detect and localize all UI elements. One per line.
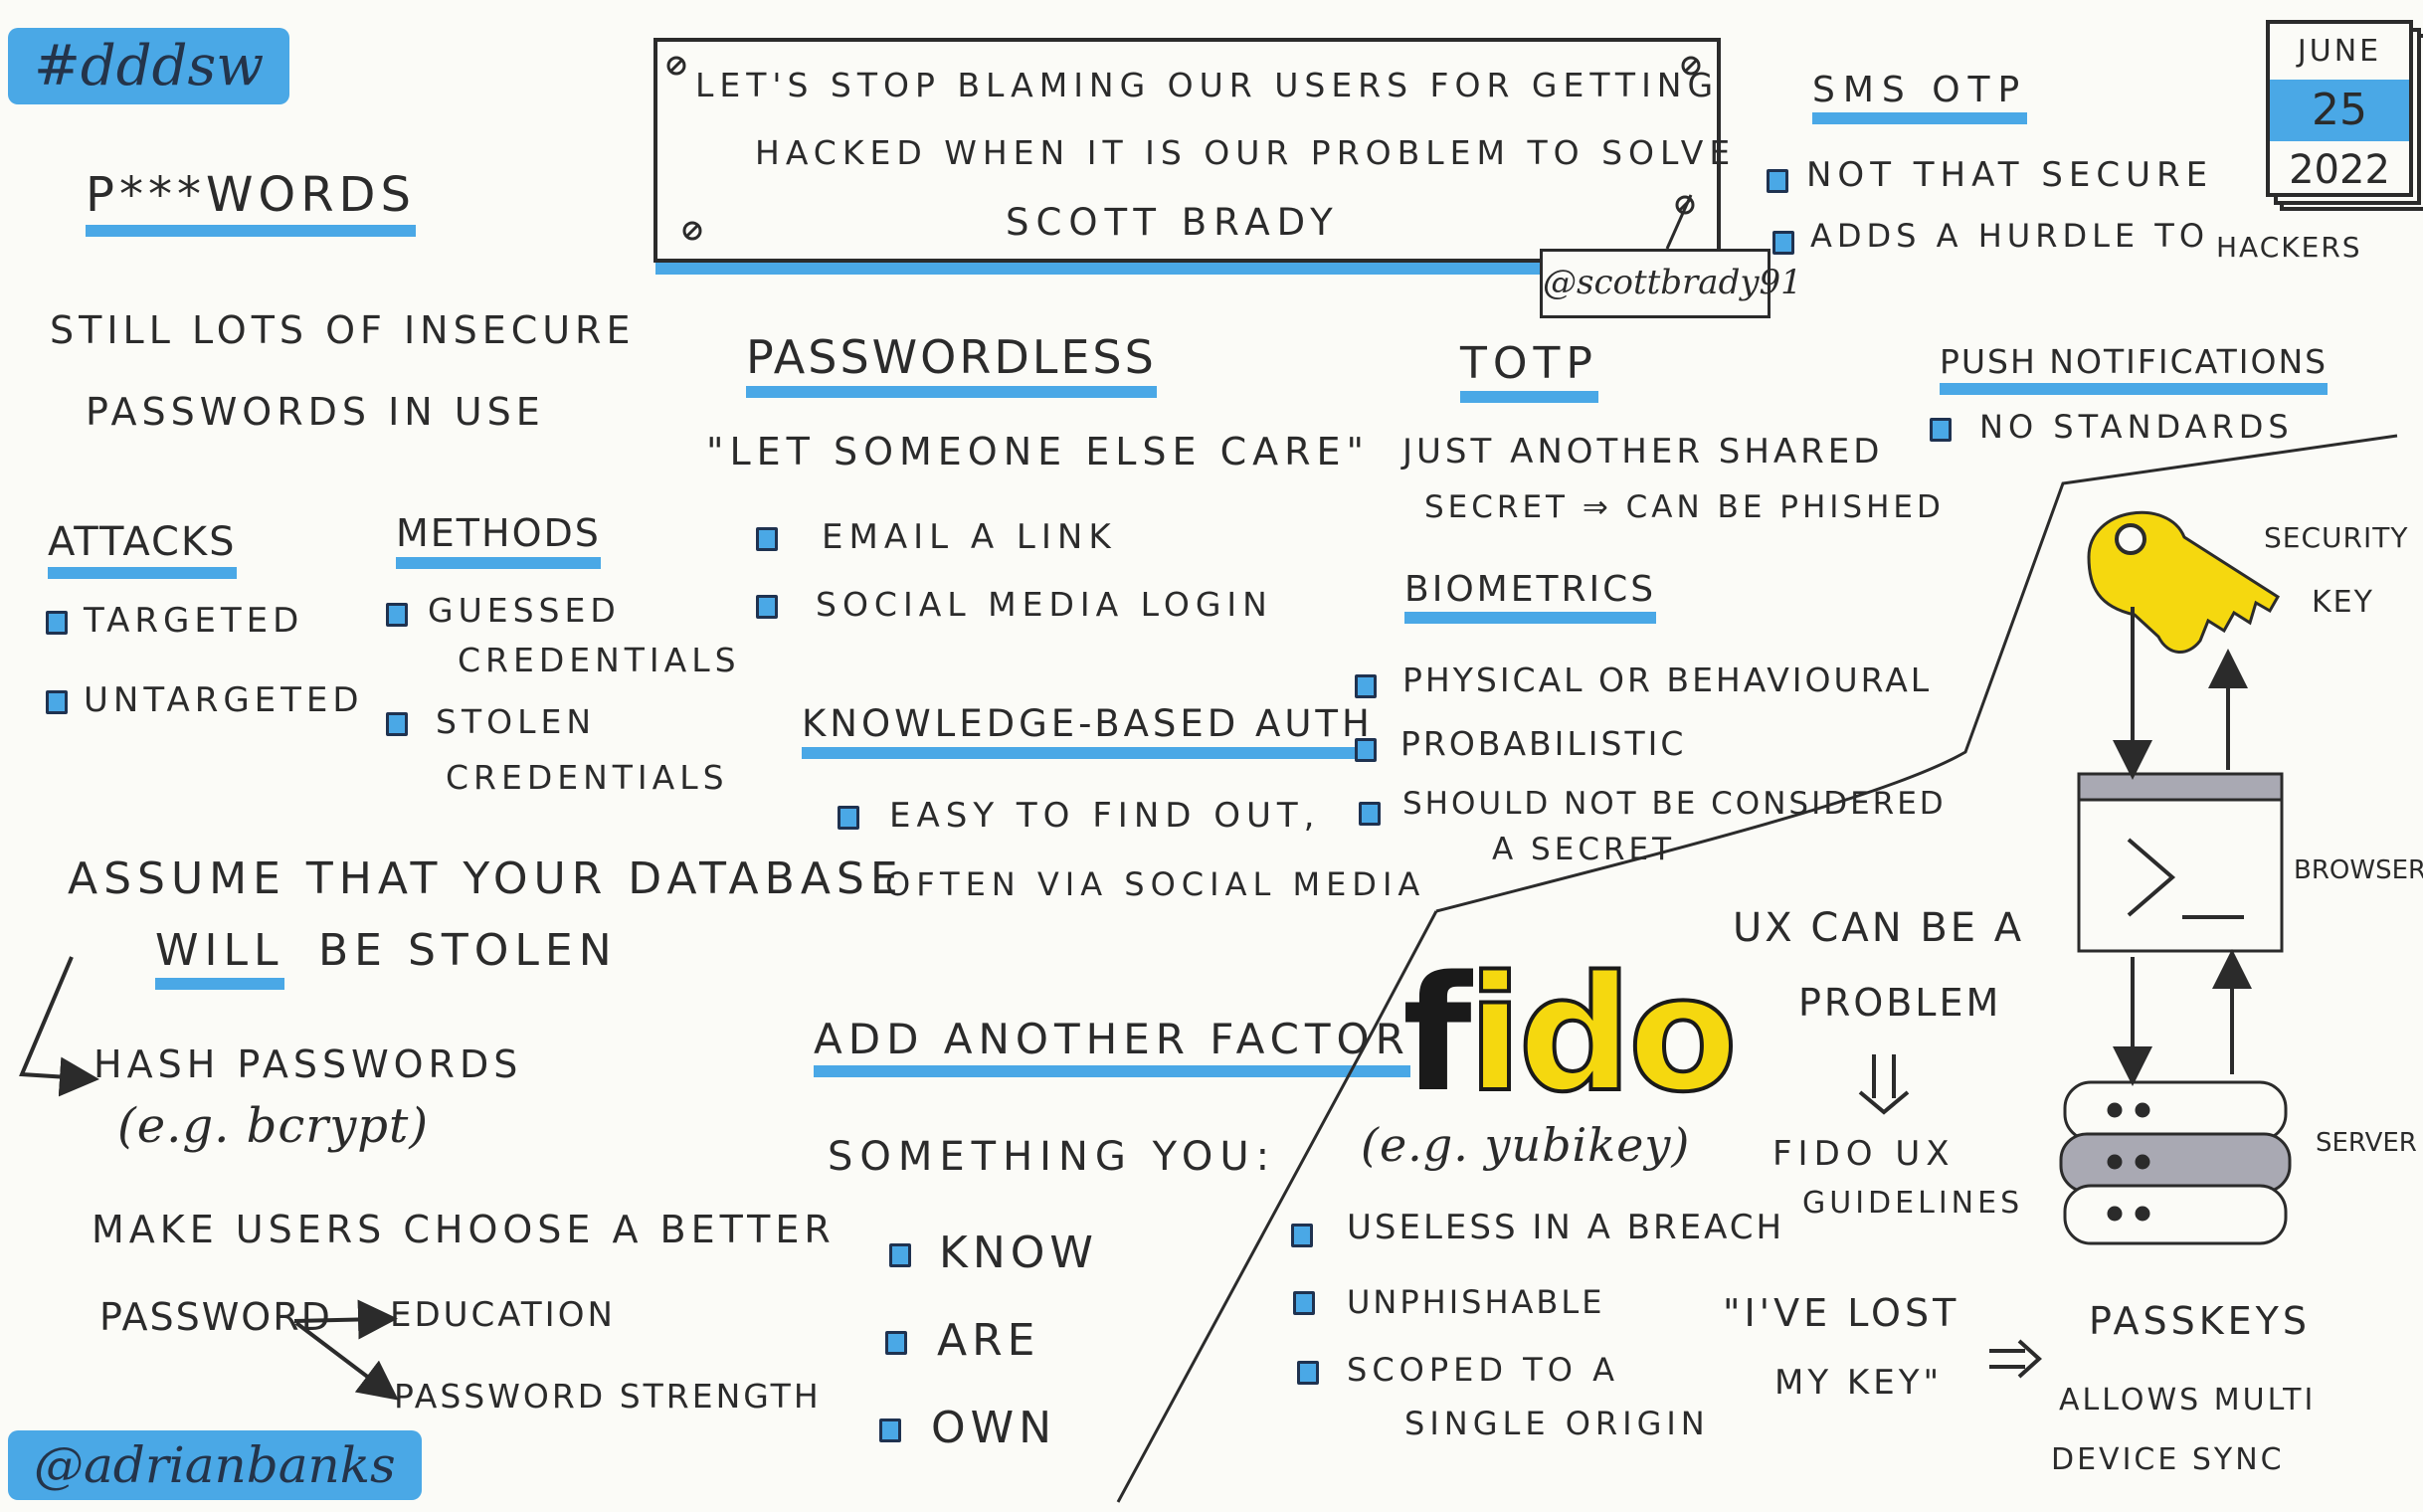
strength-arrow <box>294 1321 399 1401</box>
hash-arrow <box>19 956 99 1097</box>
handle-connector <box>1665 194 1693 250</box>
title-box-pins <box>666 56 1701 241</box>
security-key-icon <box>2087 510 2281 654</box>
double-right-arrow-icon <box>1989 1339 2042 1379</box>
divider-lower <box>1116 910 1438 1503</box>
education-arrow <box>293 1299 398 1340</box>
sketch-drawings <box>19 56 2398 1503</box>
double-down-arrow-icon <box>1858 1054 1910 1115</box>
browser-window-icon <box>2077 772 2284 953</box>
server-stack-icon <box>2059 1080 2292 1245</box>
